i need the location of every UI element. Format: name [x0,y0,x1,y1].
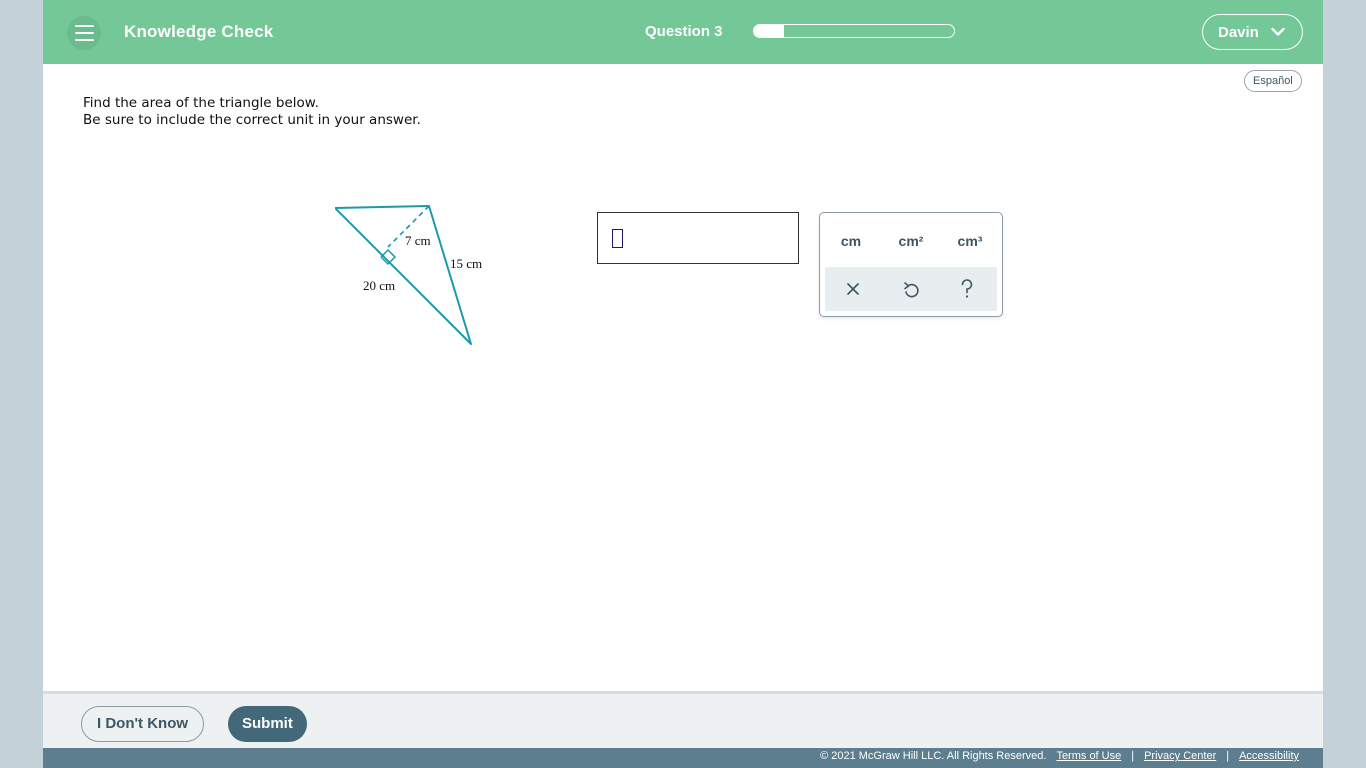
triangle-figure: 7 cm 15 cm 20 cm [335,205,482,345]
unit-button-row: cm cm² cm³ [820,228,1002,254]
app-title: Knowledge Check [124,22,274,41]
triangle-shape [335,205,472,345]
clear-button[interactable] [831,275,875,303]
legal-separator: | [1226,750,1230,762]
height-label: 7 cm [405,233,431,248]
i-dont-know-button[interactable]: I Don't Know [81,706,205,742]
help-button[interactable] [945,275,989,303]
prompt-line-1: Find the area of the triangle below. [83,95,319,111]
side-label: 15 cm [450,256,482,271]
privacy-center-link[interactable]: Privacy Center [1144,750,1216,762]
question-number: Question 3 [645,23,723,40]
hamburger-menu-icon[interactable] [67,16,101,50]
help-icon [961,279,973,298]
unit-cm2-button[interactable]: cm² [888,228,934,254]
accessibility-link[interactable]: Accessibility [1239,750,1299,762]
submit-button[interactable]: Submit [228,706,307,742]
answer-input[interactable] [597,212,799,264]
unit-cm3-button[interactable]: cm³ [947,228,993,254]
progress-bar [753,24,955,38]
legal-footer: © 2021 McGraw Hill LLC. All Rights Reser… [43,748,1323,768]
header-bar: Knowledge Check Question 3 Davin [43,0,1323,64]
user-name: Davin [1218,23,1259,41]
input-caret [612,229,623,248]
copyright-text: © 2021 McGraw Hill LLC. All Rights Reser… [820,750,1047,762]
undo-icon [904,282,919,298]
clear-icon [846,282,860,296]
user-menu-button[interactable]: Davin [1202,14,1303,50]
terms-of-use-link[interactable]: Terms of Use [1056,750,1121,762]
app-frame: Knowledge Check Question 3 Davin Español… [43,0,1323,768]
undo-button[interactable] [889,275,933,303]
unit-cm-button[interactable]: cm [828,228,874,254]
legal-separator: | [1131,750,1135,762]
prompt-line-2: Be sure to include the correct unit in y… [83,112,421,128]
unit-palette: cm cm² cm³ [819,212,1003,317]
question-prompt: Find the area of the triangle below. Be … [83,95,421,129]
footer-action-bar: I Don't Know Submit [43,691,1323,748]
palette-action-row [825,267,997,311]
chevron-down-icon [1271,27,1285,36]
base-label: 20 cm [363,278,395,293]
progress-bar-fill [754,25,784,37]
language-toggle-button[interactable]: Español [1244,70,1302,92]
